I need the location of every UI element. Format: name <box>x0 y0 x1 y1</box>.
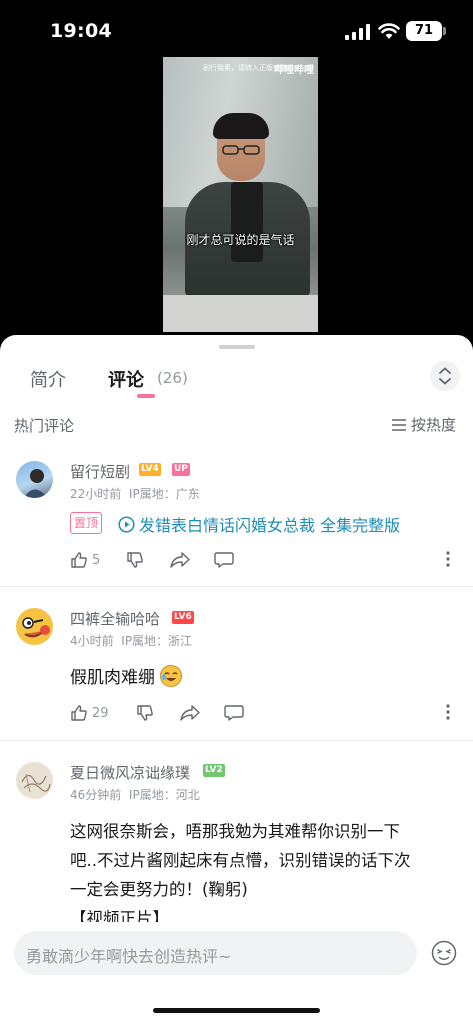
video-subtitle: 刚才总可说的是气话 <box>186 233 295 247</box>
comment-ip: IP属地：河北 <box>128 788 200 802</box>
sort-by-hot-button[interactable]: 按热度 <box>391 414 456 435</box>
play-circle-icon <box>118 515 135 533</box>
comment-meta: 46分钟前 IP属地：河北 <box>70 786 200 803</box>
status-time: 19:04 <box>50 20 112 42</box>
thumbs-down-icon <box>127 552 143 568</box>
comment-ip: IP属地：广东 <box>128 487 200 501</box>
sheet-drag-handle[interactable] <box>219 345 255 349</box>
comment-line: 吧..不过片酱刚起床有点懵，识别错误的话下次 <box>70 851 411 870</box>
level-badge: LV6 <box>172 611 194 624</box>
wifi-icon <box>378 23 400 39</box>
bilibili-logo: 哔哩哔哩 <box>274 65 314 76</box>
more-icon[interactable] <box>446 704 450 720</box>
avatar[interactable] <box>16 762 53 799</box>
battery-icon: 71 <box>406 21 442 41</box>
comment-icon <box>214 552 234 568</box>
comment-meta: 4小时前 IP属地：浙江 <box>70 632 192 649</box>
share-icon <box>180 705 200 721</box>
like-count: 5 <box>92 552 101 568</box>
share-icon <box>170 552 190 568</box>
username[interactable]: 夏日微风凉诎缘璞 <box>70 762 190 783</box>
home-indicator[interactable] <box>153 1008 320 1013</box>
comment-actions: 29 <box>70 703 244 723</box>
crying-laughing-emoji-icon <box>160 664 182 687</box>
pinned-video-title: 发错表白情话闪婚女总裁 全集完整版 <box>139 516 401 535</box>
avatar[interactable] <box>16 461 53 498</box>
comment-body: 假肌肉难绷 <box>70 668 155 688</box>
comment-ip: IP属地：浙江 <box>121 634 193 648</box>
video-figure-glasses <box>222 145 260 155</box>
divider <box>0 740 473 741</box>
like-button[interactable]: 29 <box>70 704 136 722</box>
share-button[interactable] <box>180 704 224 722</box>
video-player[interactable]: 剧行我素，请转入正版有错 哔哩哔哩 刚才总可说的是气话 <box>163 57 318 332</box>
comment-input-placeholder: 勇敢滴少年啊快去创造热评~ <box>26 947 232 966</box>
comment-icon <box>224 705 244 721</box>
reply-button[interactable] <box>224 704 244 722</box>
username[interactable]: 四裤全输哈哈 <box>70 608 160 629</box>
level-badge: LV4 <box>139 463 161 476</box>
like-count: 29 <box>92 705 109 721</box>
active-tab-indicator <box>137 394 155 398</box>
hot-comments-title: 热门评论 <box>14 417 75 435</box>
more-icon[interactable] <box>446 551 450 567</box>
comment-line: 一定会更努力的！(鞠躬) <box>70 880 248 899</box>
comment-line: 这网很奈斯会，唔那我勉为其难帮你识别一下 <box>70 822 400 841</box>
tab-intro[interactable]: 简介 <box>30 366 66 392</box>
username[interactable]: 留行短剧 <box>70 461 130 482</box>
sort-label: 按热度 <box>411 416 457 434</box>
comment-text: 假肌肉难绷 <box>70 663 183 688</box>
battery-level: 71 <box>414 23 434 38</box>
reply-button[interactable] <box>214 551 234 569</box>
comment-time: 4小时前 <box>70 634 114 648</box>
avatar[interactable] <box>16 608 53 645</box>
battery-nub <box>443 27 446 35</box>
list-icon <box>392 418 406 431</box>
collapse-button[interactable] <box>430 361 460 391</box>
video-figure-shirt <box>231 182 263 262</box>
share-button[interactable] <box>170 551 214 569</box>
like-button[interactable]: 5 <box>70 551 126 569</box>
dislike-button[interactable] <box>126 551 170 569</box>
thumbs-down-icon <box>137 705 153 721</box>
pinned-badge: 置顶 <box>70 512 103 534</box>
thumbs-up-icon <box>71 705 87 721</box>
status-bar: 19:04 71 <box>0 0 473 60</box>
avatar-image <box>22 617 50 638</box>
video-table <box>163 295 318 332</box>
emoji-icon[interactable] <box>431 940 457 966</box>
avatar-image <box>24 469 48 498</box>
avatar-image <box>21 773 51 793</box>
thumbs-up-icon <box>71 552 87 568</box>
comment-count: (26) <box>157 369 188 387</box>
dislike-button[interactable] <box>136 704 180 722</box>
video-figure-hair <box>213 113 269 139</box>
level-badge: LV2 <box>203 764 225 777</box>
comment-time: 46分钟前 <box>70 788 122 802</box>
divider <box>0 586 473 587</box>
tab-comments[interactable]: 评论 <box>108 366 144 392</box>
chevron-up-down-icon <box>439 367 451 385</box>
comment-time: 22小时前 <box>70 487 122 501</box>
comment-text: 这网很奈斯会，唔那我勉为其难帮你识别一下 吧..不过片酱刚起床有点懵，识别错误的… <box>70 817 411 933</box>
comment-actions: 5 <box>70 550 234 570</box>
comment-input[interactable]: 勇敢滴少年啊快去创造热评~ <box>14 931 417 975</box>
comment-meta: 22小时前 IP属地：广东 <box>70 485 200 502</box>
up-badge: UP <box>172 463 190 476</box>
cellular-signal-icon <box>345 24 370 40</box>
pinned-video-link[interactable]: 发错表白情话闪婚女总裁 全集完整版 <box>118 512 400 536</box>
